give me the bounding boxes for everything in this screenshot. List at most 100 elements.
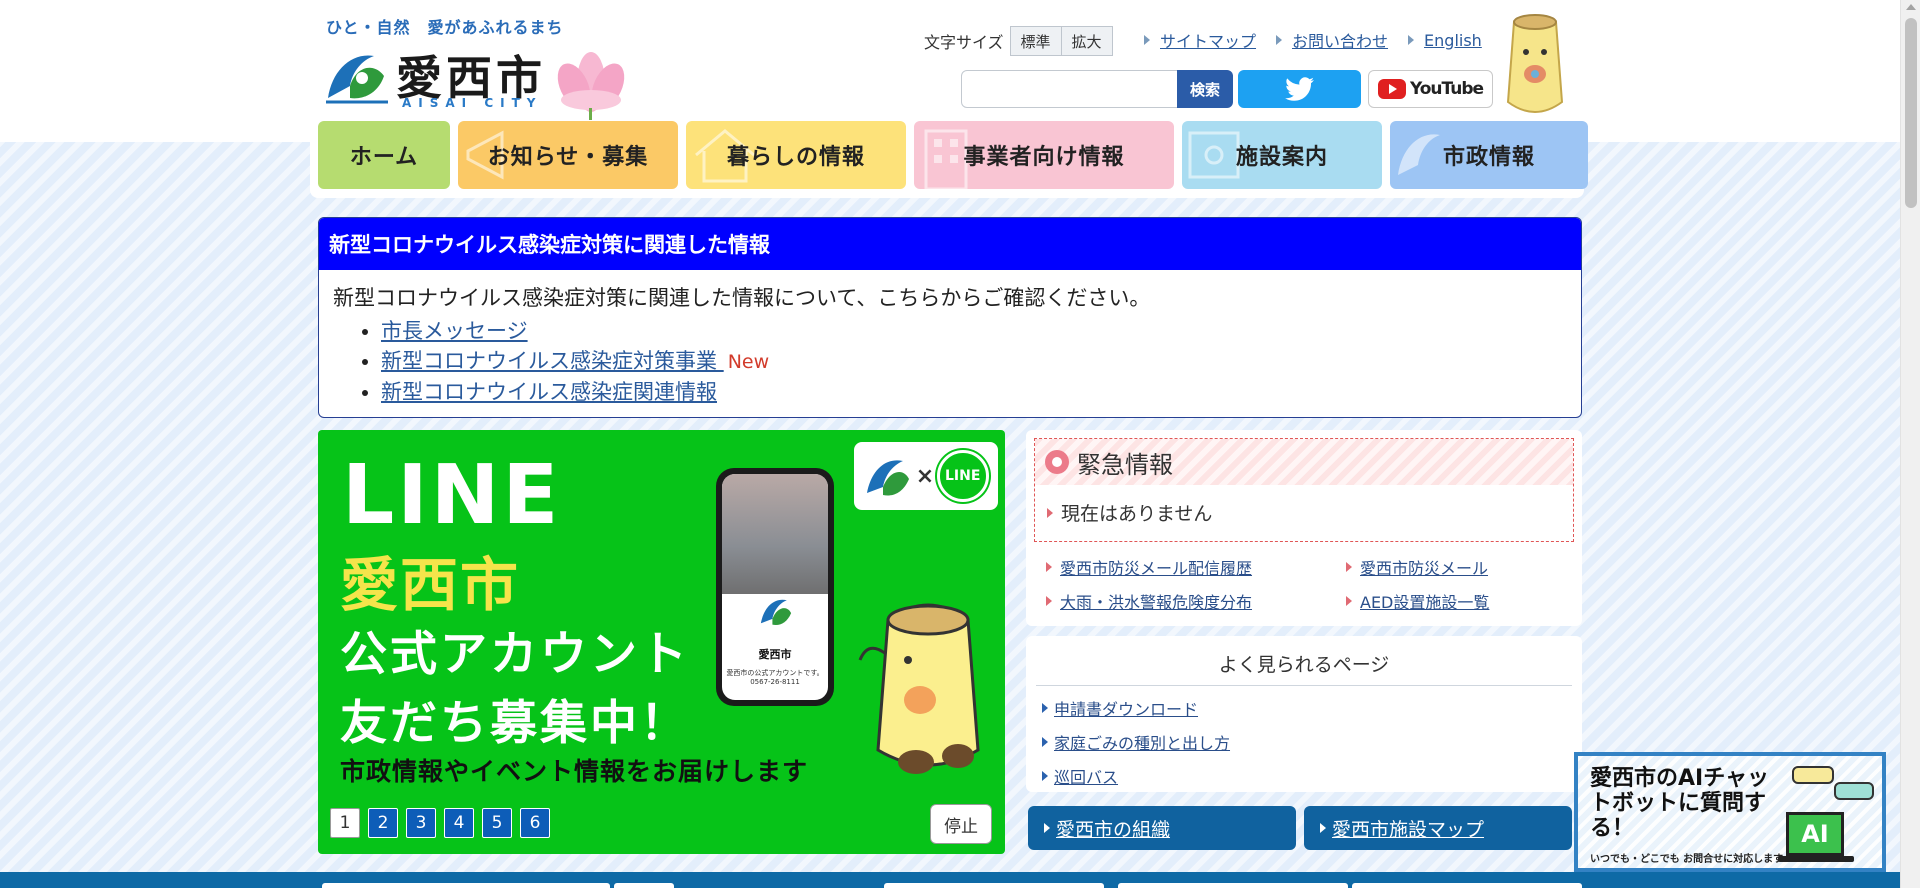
corona-text: 新型コロナウイルス感染症対策に関連した情報について、こちらからご確認ください。 xyxy=(333,286,1151,310)
chatbot-inner: 愛西市のAIチャットボットに質問する！ いつでも・どこでも お問合せに対応します… xyxy=(1578,756,1882,868)
emergency-title: 緊急情報 xyxy=(1077,450,1173,479)
mascot-icon xyxy=(858,603,980,774)
list-item: 新型コロナウイルス感染症関連情報 xyxy=(381,377,1581,407)
corona-link-list: 市長メッセージ 新型コロナウイルス感染症対策事業 New 新型コロナウイルス感染… xyxy=(319,316,1581,407)
footer-tab xyxy=(322,883,610,888)
speech-bubble-icon xyxy=(1834,782,1874,800)
list-item: 市長メッセージ xyxy=(381,316,1581,346)
footer-tab xyxy=(884,883,1104,888)
slide-page-5[interactable]: 5 xyxy=(482,808,512,838)
sitemap-link[interactable]: サイトマップ xyxy=(1144,28,1256,52)
logo-sub: AISAI CITY xyxy=(402,96,543,110)
ai-chatbot-banner[interactable]: 愛西市のAIチャットボットに質問する！ いつでも・どこでも お問合せに対応します… xyxy=(1574,752,1886,872)
arrow-icon xyxy=(1046,562,1052,572)
banner-line-text: LINE xyxy=(342,448,562,543)
city-emblem-icon xyxy=(760,599,792,626)
nav-news[interactable]: お知らせ・募集 xyxy=(458,121,678,189)
mascot-icon xyxy=(1506,14,1564,113)
new-badge: New xyxy=(727,351,770,373)
corona-title: 新型コロナウイルス感染症対策に関連した情報 xyxy=(319,218,1581,270)
arrow-icon xyxy=(1044,823,1050,833)
facility-map-button[interactable]: 愛西市施設マップ xyxy=(1304,806,1572,850)
nav-home[interactable]: ホーム xyxy=(318,121,450,189)
forms-download-link[interactable]: 申請書ダウンロード xyxy=(1042,696,1582,720)
laptop-base xyxy=(1778,856,1854,862)
popular-pages-title: よく見られるページ xyxy=(1218,654,1390,676)
font-size-standard-button[interactable]: 標準 xyxy=(1009,26,1062,56)
disaster-links: 愛西市防災メール配信履歴 愛西市防災メール 大雨・洪水警報危険度分布 AED設置… xyxy=(1046,555,1586,613)
slide-pager: 1 2 3 4 5 6 xyxy=(330,808,550,838)
aed-list-link[interactable]: AED設置施設一覧 xyxy=(1346,589,1586,613)
footer-tab xyxy=(1352,883,1582,888)
popular-pages-panel: よく見られるページ 申請書ダウンロード 家庭ごみの種別と出し方 巡回バス xyxy=(1026,636,1582,792)
phone-photo xyxy=(722,474,828,594)
emergency-status: 現在はありません xyxy=(1035,485,1573,526)
nav-city-admin[interactable]: 市政情報 xyxy=(1390,121,1588,189)
footer-strip xyxy=(0,872,1900,888)
banner-account-text: 公式アカウント xyxy=(340,627,690,682)
phone-mockup: 愛西市 愛西市の公式アカウントです。0567-26-8111 xyxy=(716,468,834,706)
popular-pages-list: 申請書ダウンロード 家庭ごみの種別と出し方 巡回バス xyxy=(1026,686,1582,788)
phone-screen: 愛西市 愛西市の公式アカウントです。0567-26-8111 xyxy=(722,474,828,700)
arrow-icon xyxy=(1042,771,1048,781)
city-organization-button[interactable]: 愛西市の組織 xyxy=(1028,806,1296,850)
phone-account-name: 愛西市 xyxy=(758,648,792,661)
utility-links: サイトマップ お問い合わせ English xyxy=(1144,28,1482,52)
corona-measures-link[interactable]: 新型コロナウイルス感染症対策事業 xyxy=(381,349,724,373)
city-emblem-icon xyxy=(326,55,388,104)
mayor-message-link[interactable]: 市長メッセージ xyxy=(381,319,528,343)
banner-logo-box: × LINE xyxy=(854,442,998,510)
scroll-thumb[interactable] xyxy=(1905,18,1917,208)
youtube-label: YouTube xyxy=(1409,79,1484,99)
nav-facilities[interactable]: 施設案内 xyxy=(1182,121,1382,189)
slide-page-4[interactable]: 4 xyxy=(444,808,474,838)
line-banner-slide[interactable]: LINE 愛西市 公式アカウント 友だち募集中！ 市政情報やイベント情報をお届け… xyxy=(318,430,1005,854)
arrow-icon xyxy=(1042,703,1048,713)
english-link[interactable]: English xyxy=(1408,28,1482,52)
garbage-guide-link[interactable]: 家庭ごみの種別と出し方 xyxy=(1042,730,1582,754)
search-input[interactable] xyxy=(961,70,1179,108)
chatbot-subtitle: いつでも・どこでも お問合せに対応します xyxy=(1590,854,1784,865)
slide-page-2[interactable]: 2 xyxy=(368,808,398,838)
disaster-mail-history-link[interactable]: 愛西市防災メール配信履歴 xyxy=(1046,555,1346,579)
youtube-play-icon xyxy=(1377,79,1406,99)
slide-stop-button[interactable]: 停止 xyxy=(930,804,992,844)
city-emblem-icon xyxy=(867,460,910,496)
banner-friends-text: 友だち募集中！ xyxy=(340,696,690,751)
emergency-header: 緊急情報 xyxy=(1035,439,1573,485)
times-sign: × xyxy=(915,463,935,489)
nav-business[interactable]: 事業者向け情報 xyxy=(914,121,1174,189)
slide-page-1[interactable]: 1 xyxy=(330,808,360,838)
arrow-icon xyxy=(1046,596,1052,606)
banner-city-text: 愛西市 xyxy=(340,551,521,619)
footer-tab xyxy=(1118,883,1348,888)
corona-info-box: 新型コロナウイルス感染症対策に関連した情報 新型コロナウイルス感染症対策に関連し… xyxy=(318,217,1582,418)
twitter-button[interactable] xyxy=(1238,70,1361,108)
phone-account-desc: 愛西市の公式アカウントです。0567-26-8111 xyxy=(726,669,824,686)
nav-living[interactable]: 暮らしの情報 xyxy=(686,121,906,189)
list-item: 新型コロナウイルス感染症対策事業 New xyxy=(381,346,1581,377)
chatbot-title: 愛西市のAIチャットボットに質問する！ xyxy=(1590,766,1769,841)
lotus-icon xyxy=(557,52,625,122)
flood-warning-map-link[interactable]: 大雨・洪水警報危険度分布 xyxy=(1046,589,1346,613)
alert-dot-icon xyxy=(1045,450,1069,474)
arrow-icon xyxy=(1047,507,1053,518)
contact-link[interactable]: お問い合わせ xyxy=(1276,28,1388,52)
arrow-icon xyxy=(1346,562,1352,572)
arrow-icon xyxy=(1276,35,1283,45)
scroll-up-arrow-icon[interactable] xyxy=(1906,4,1916,10)
disaster-mail-link[interactable]: 愛西市防災メール xyxy=(1346,555,1586,579)
laptop-ai-icon: AI xyxy=(1786,812,1844,856)
site-logo[interactable]: 愛西市 AISAI CITY xyxy=(322,42,584,122)
youtube-button[interactable]: YouTube xyxy=(1368,70,1493,108)
search-button[interactable]: 検索 xyxy=(1177,70,1233,108)
arrow-icon xyxy=(1408,35,1415,45)
community-bus-link[interactable]: 巡回バス xyxy=(1042,764,1582,788)
corona-related-link[interactable]: 新型コロナウイルス感染症関連情報 xyxy=(381,380,717,404)
vertical-scrollbar[interactable] xyxy=(1900,0,1920,888)
slide-page-6[interactable]: 6 xyxy=(520,808,550,838)
arrow-icon xyxy=(1042,737,1048,747)
font-size-large-button[interactable]: 拡大 xyxy=(1061,26,1113,56)
slide-page-3[interactable]: 3 xyxy=(406,808,436,838)
font-size-label: 文字サイズ xyxy=(924,33,1004,52)
